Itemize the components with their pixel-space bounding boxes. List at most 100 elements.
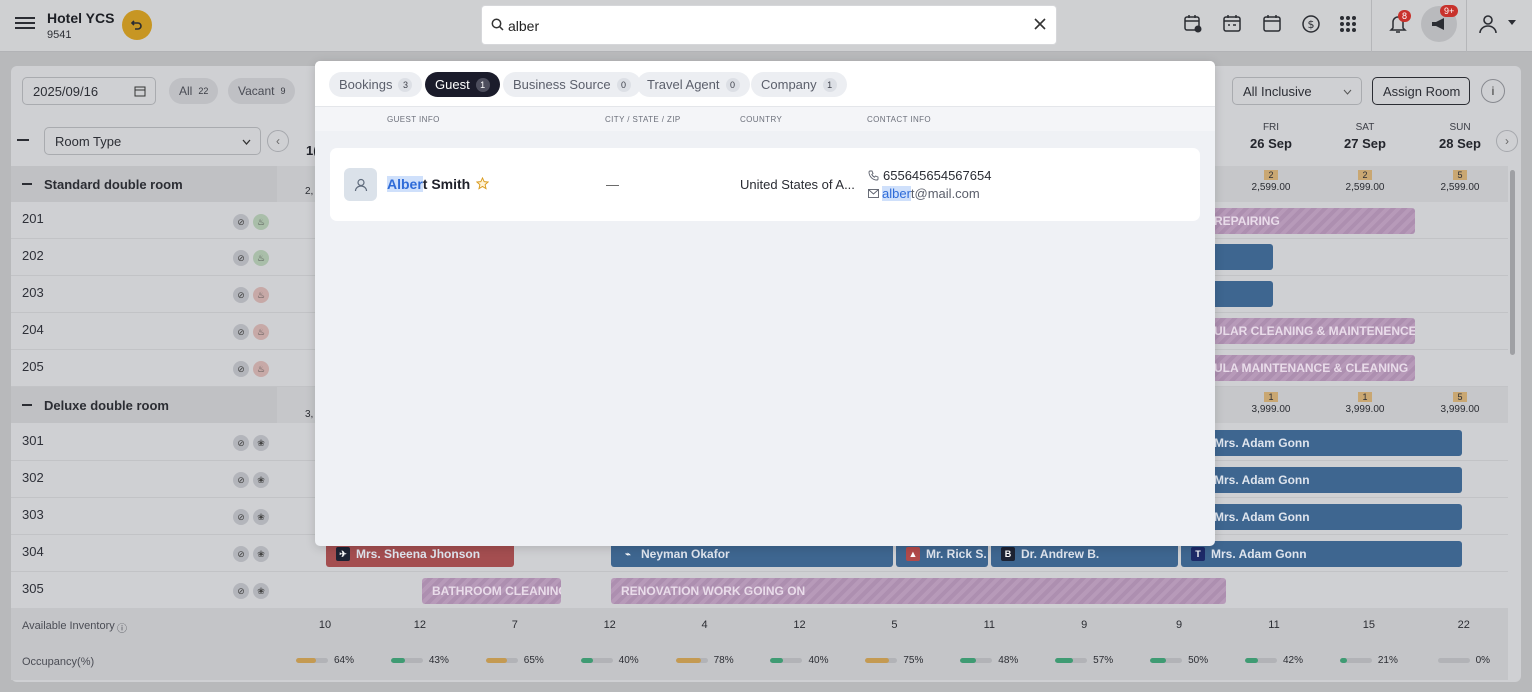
occupancy-label: 75%	[903, 655, 924, 666]
tab-business-source[interactable]: Business Source 0	[503, 72, 641, 97]
phone-icon	[868, 170, 879, 181]
occupancy-label: 0%	[1475, 655, 1491, 666]
occupancy-bar	[580, 658, 613, 663]
occupancy-bar-fill	[580, 658, 594, 663]
occupancy-bar	[390, 658, 423, 663]
meal-plan-select[interactable]: All Inclusive	[1232, 77, 1362, 105]
occupancy-bar	[960, 658, 993, 663]
no-smoking-icon: ⊘	[233, 324, 249, 340]
source-icon: T	[1191, 547, 1205, 561]
occupancy-value: 43%	[373, 655, 467, 666]
maintenance-block[interactable]: RENOVATION WORK GOING ON	[611, 578, 1226, 604]
inventory-value: 22	[1457, 619, 1470, 631]
undo-icon	[130, 20, 142, 30]
occupancy-label: 57%	[1093, 655, 1114, 666]
apps-grid-icon[interactable]	[1336, 12, 1360, 36]
tab-travel-agent[interactable]: Travel Agent 0	[637, 72, 750, 97]
guest-phone: 655645654567654	[868, 168, 991, 183]
calendar-grid-icon[interactable]	[1220, 12, 1244, 36]
booking-block[interactable]: Mrs. Adam Gonn	[1204, 504, 1462, 530]
clean-icon: ♨	[253, 250, 269, 266]
pet-icon: ❀	[253, 546, 269, 562]
occupancy-bar-fill	[865, 658, 890, 663]
info-icon[interactable]: i	[1481, 79, 1505, 103]
guest-email[interactable]: alber t@mail.com	[868, 186, 980, 201]
collapse-all-icon[interactable]	[17, 139, 29, 141]
occupancy-bar-fill	[295, 658, 317, 663]
close-icon[interactable]	[1033, 17, 1047, 31]
availability-cell: 1 3,999.00	[1345, 392, 1385, 415]
inventory-value: 9	[1081, 619, 1088, 631]
occupancy-label: 42%	[1282, 655, 1303, 666]
occupancy-bar-fill	[390, 658, 405, 663]
maintenance-block[interactable]: ULAR CLEANING & MAINTENENCE	[1204, 318, 1415, 344]
occupancy-label: 64%	[333, 655, 354, 666]
occupancy-value: 42%	[1227, 655, 1321, 666]
tab-company[interactable]: Company 1	[751, 72, 847, 97]
hotel-name: Hotel YCS	[47, 10, 115, 26]
no-smoking-icon: ⊘	[233, 472, 249, 488]
assign-room-button[interactable]: Assign Room	[1372, 77, 1470, 105]
booking-block[interactable]: Mrs. Adam Gonn	[1204, 467, 1462, 493]
guest-result-card[interactable]: Albert Smith — United States of A... 655…	[330, 148, 1200, 221]
maintenance-block[interactable]: REPAIRING	[1204, 208, 1415, 234]
source-icon: ▲	[906, 547, 920, 561]
occupancy-bar-fill	[1055, 658, 1074, 663]
tab-bookings[interactable]: Bookings 3	[329, 72, 423, 97]
column-country: COUNTRY	[740, 115, 783, 124]
chevron-down-icon	[242, 139, 251, 145]
search-input[interactable]	[508, 15, 1008, 37]
chevron-down-icon[interactable]	[1507, 19, 1517, 27]
pet-icon: ❀	[253, 472, 269, 488]
occupancy-value: 50%	[1132, 655, 1226, 666]
occupancy-value: 21%	[1322, 655, 1416, 666]
inventory-value: 5	[891, 619, 898, 631]
search-icon	[491, 18, 504, 31]
pet-icon: ❀	[253, 509, 269, 525]
room-type-select[interactable]: Room Type	[44, 127, 261, 155]
global-search	[481, 5, 1057, 45]
top-bar: Hotel YCS 9541 $ 8 9+	[0, 0, 1532, 52]
no-smoking-icon: ⊘	[233, 546, 249, 562]
inventory-value: 4	[701, 619, 708, 631]
occupancy-value: 75%	[847, 655, 941, 666]
room-group-deluxe[interactable]: Deluxe double room	[11, 387, 277, 423]
filter-vacant[interactable]: Vacant 9	[228, 78, 296, 104]
results-column-header: GUEST INFO CITY / STATE / ZIP COUNTRY CO…	[315, 107, 1215, 131]
undo-button[interactable]	[122, 10, 152, 40]
occupancy-value: 40%	[563, 655, 657, 666]
user-menu-icon[interactable]	[1476, 12, 1500, 36]
info-icon[interactable]: ⓘ	[117, 620, 127, 635]
tab-guest[interactable]: Guest 1	[425, 72, 500, 97]
occupancy-value: 0%	[1417, 655, 1511, 666]
maintenance-block[interactable]: ULA MAINTENANCE & CLEANING	[1204, 355, 1415, 381]
avatar	[344, 168, 377, 201]
occupancy-bar	[865, 658, 898, 663]
rate-fragment: 3,	[305, 409, 314, 420]
source-icon: ⌁	[625, 549, 631, 559]
calendar-add-icon[interactable]	[1181, 12, 1205, 36]
announcements-badge: 9+	[1440, 5, 1459, 17]
filter-all[interactable]: All 22	[169, 78, 219, 104]
star-icon	[476, 177, 489, 190]
booking-block[interactable]: Mrs. Adam Gonn	[1204, 430, 1462, 456]
pet-icon: ❀	[253, 583, 269, 599]
occupancy-bar	[295, 658, 328, 663]
occupancy-bar	[485, 658, 518, 663]
maintenance-block[interactable]: BATHROOM CLEANING	[422, 578, 561, 604]
availability-cell: 5 3,999.00	[1440, 392, 1480, 415]
vertical-scrollbar[interactable]	[1510, 170, 1515, 355]
rate-fragment: 2,	[305, 186, 314, 197]
prev-days-button[interactable]: ‹	[267, 130, 289, 152]
calendar-icon[interactable]	[1260, 12, 1284, 36]
guest-name[interactable]: Albert Smith	[387, 176, 470, 192]
menu-icon[interactable]	[15, 14, 35, 32]
dirty-icon: ♨	[253, 324, 269, 340]
booking-block[interactable]: T Mrs. Adam Gonn	[1181, 541, 1462, 567]
dollar-icon[interactable]: $	[1299, 12, 1323, 36]
room-group-standard[interactable]: Standard double room	[11, 166, 277, 202]
date-picker[interactable]: 2025/09/16	[22, 77, 156, 105]
divider	[1371, 0, 1372, 52]
occupancy-label: 43%	[428, 655, 449, 666]
occupancy-value: 48%	[942, 655, 1036, 666]
